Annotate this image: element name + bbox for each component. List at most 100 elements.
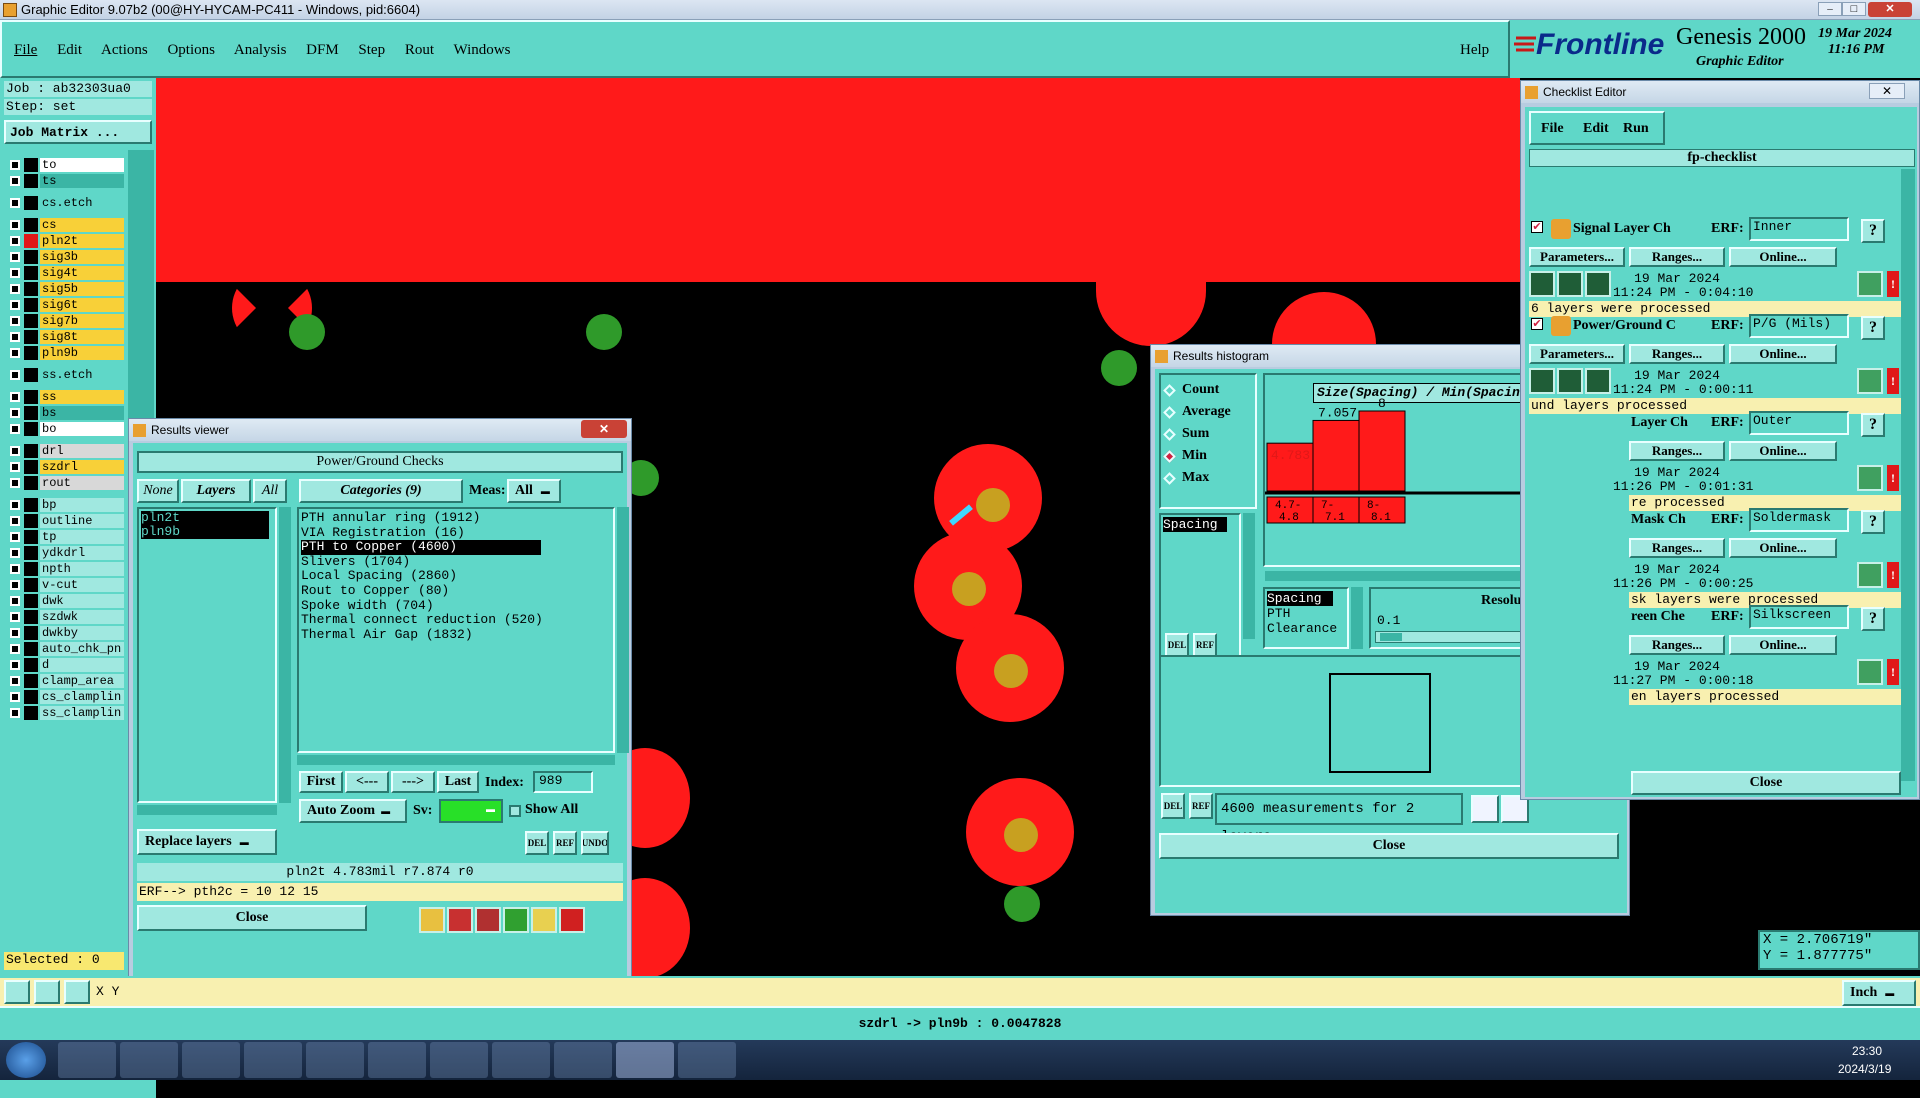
layer-color-swatch[interactable]	[24, 406, 38, 420]
layer-row[interactable]: ss_clamplin	[4, 706, 124, 720]
layer-row[interactable]: cs_clamplin	[4, 690, 124, 704]
taskbar-app-icon[interactable]	[182, 1042, 240, 1078]
layer-checkbox[interactable]	[10, 660, 20, 670]
notes-icon[interactable]	[531, 907, 557, 933]
category-item[interactable]: Slivers (1704)	[301, 554, 601, 570]
undo-icon[interactable]: UNDO	[581, 831, 609, 855]
layer-color-swatch[interactable]	[24, 514, 38, 528]
erf-value[interactable]: Outer	[1749, 411, 1849, 435]
ranges-button[interactable]: Ranges...	[1629, 635, 1725, 655]
layer-color-swatch[interactable]	[24, 390, 38, 404]
layer-color-swatch[interactable]	[24, 562, 38, 576]
category-item[interactable]: Thermal Air Gap (1832)	[301, 627, 601, 643]
start-button[interactable]	[6, 1042, 46, 1078]
slider-thumb[interactable]	[1380, 633, 1402, 641]
menu-analysis[interactable]: Analysis	[234, 42, 287, 58]
taskbar-save-icon[interactable]	[244, 1042, 302, 1078]
layer-row[interactable]: pln2t	[4, 234, 124, 248]
zoom-results-icon[interactable]	[1857, 271, 1883, 297]
zoom-results-icon[interactable]	[1857, 465, 1883, 491]
layer-checkbox[interactable]	[10, 644, 20, 654]
layer-color-swatch[interactable]	[24, 196, 38, 210]
layer-row[interactable]: d	[4, 658, 124, 672]
layer-color-swatch[interactable]	[24, 610, 38, 624]
layer-color-swatch[interactable]	[24, 578, 38, 592]
run-check-icon[interactable]	[1529, 271, 1555, 297]
layer-list-scrollbar[interactable]	[279, 507, 291, 803]
category-item[interactable]: VIA Registration (16)	[301, 525, 601, 541]
layer-row[interactable]: dwkby	[4, 626, 124, 640]
layer-row[interactable]: ydkdrl	[4, 546, 124, 560]
layer-color-swatch[interactable]	[24, 314, 38, 328]
stat-option[interactable]: Count	[1163, 379, 1255, 401]
layer-color-swatch[interactable]	[24, 530, 38, 544]
layer-checkbox[interactable]	[10, 176, 20, 186]
layer-checkbox[interactable]	[10, 236, 20, 246]
chart-icon[interactable]	[1471, 795, 1499, 823]
layer-checkbox[interactable]	[10, 628, 20, 638]
layer-color-swatch[interactable]	[24, 234, 38, 248]
ref-icon[interactable]: REF	[553, 831, 577, 855]
layer-row[interactable]: npth	[4, 562, 124, 576]
layer-checkbox[interactable]	[10, 516, 20, 526]
taskbar-genesis-icon[interactable]	[616, 1042, 674, 1078]
layer-checkbox[interactable]	[10, 332, 20, 342]
layer-row[interactable]: sig5b	[4, 282, 124, 296]
taskbar-arrow-icon[interactable]	[306, 1042, 364, 1078]
last-button[interactable]: Last	[437, 771, 479, 793]
histogram-bar[interactable]	[1358, 410, 1406, 492]
online-button[interactable]: Online...	[1729, 635, 1837, 655]
layer-checkbox[interactable]	[10, 284, 20, 294]
stat-option[interactable]: Min	[1163, 445, 1255, 467]
layer-checkbox[interactable]	[10, 708, 20, 718]
results-viewer-close-button[interactable]: Close	[137, 905, 367, 931]
results-viewer-close-x[interactable]: ✕	[581, 420, 627, 438]
check-help-button[interactable]: ?	[1861, 607, 1885, 631]
check-enabled-checkbox[interactable]: ✔	[1531, 318, 1543, 330]
layer-checkbox[interactable]	[10, 462, 20, 472]
menu-rout[interactable]: Rout	[405, 42, 434, 58]
layer-row[interactable]: rout	[4, 476, 124, 490]
menu-help[interactable]: Help	[1460, 42, 1489, 59]
layer-row[interactable]: tp	[4, 530, 124, 544]
layer-color-swatch[interactable]	[24, 594, 38, 608]
layer-color-swatch[interactable]	[24, 690, 38, 704]
layer-checkbox[interactable]	[10, 300, 20, 310]
ranges-button[interactable]: Ranges...	[1629, 344, 1725, 364]
taskbar-excel-icon[interactable]	[492, 1042, 550, 1078]
stat-option[interactable]: Sum	[1163, 423, 1255, 445]
measure-tool-icon[interactable]	[34, 980, 60, 1004]
show-all-checkbox[interactable]	[509, 805, 521, 817]
layer-color-swatch[interactable]	[24, 498, 38, 512]
online-button[interactable]: Online...	[1729, 441, 1837, 461]
layers-button[interactable]: Layers	[181, 479, 251, 503]
run-all-icon[interactable]	[1585, 271, 1611, 297]
layer-checkbox[interactable]	[10, 348, 20, 358]
ref-icon[interactable]: REF	[1193, 633, 1217, 657]
measure-item[interactable]: PTH	[1267, 606, 1349, 621]
minimize-button[interactable]: –	[1818, 2, 1842, 16]
layer-checkbox[interactable]	[10, 692, 20, 702]
ranges-button[interactable]: Ranges...	[1629, 538, 1725, 558]
category-item[interactable]: PTH to Copper (4600)	[301, 540, 541, 555]
check-help-button[interactable]: ?	[1861, 316, 1885, 340]
categories-button[interactable]: Categories (9)	[299, 479, 463, 503]
category-item[interactable]: Spoke width (704)	[301, 598, 601, 614]
category-item[interactable]: Thermal connect reduction (520)	[301, 613, 601, 628]
layer-color-swatch[interactable]	[24, 330, 38, 344]
layer-checkbox[interactable]	[10, 316, 20, 326]
del-icon[interactable]: DEL	[1165, 633, 1189, 657]
del-icon[interactable]: DEL	[525, 831, 549, 855]
sv-color-select[interactable]: ▬	[439, 799, 503, 823]
layer-checkbox[interactable]	[10, 564, 20, 574]
category-item[interactable]: Local Spacing (2860)	[301, 569, 601, 584]
layer-row[interactable]: bo	[4, 422, 124, 436]
layer-item-pln9b[interactable]: pln9b	[141, 525, 269, 539]
measure-item[interactable]: Spacing	[1267, 591, 1333, 606]
layer-color-swatch[interactable]	[24, 174, 38, 188]
taskbar-notepad-icon[interactable]	[120, 1042, 178, 1078]
none-button[interactable]: None	[137, 479, 179, 503]
menu-dfm[interactable]: DFM	[306, 42, 339, 58]
layer-row[interactable]: szdrl	[4, 460, 124, 474]
layer-row[interactable]: ss	[4, 390, 124, 404]
